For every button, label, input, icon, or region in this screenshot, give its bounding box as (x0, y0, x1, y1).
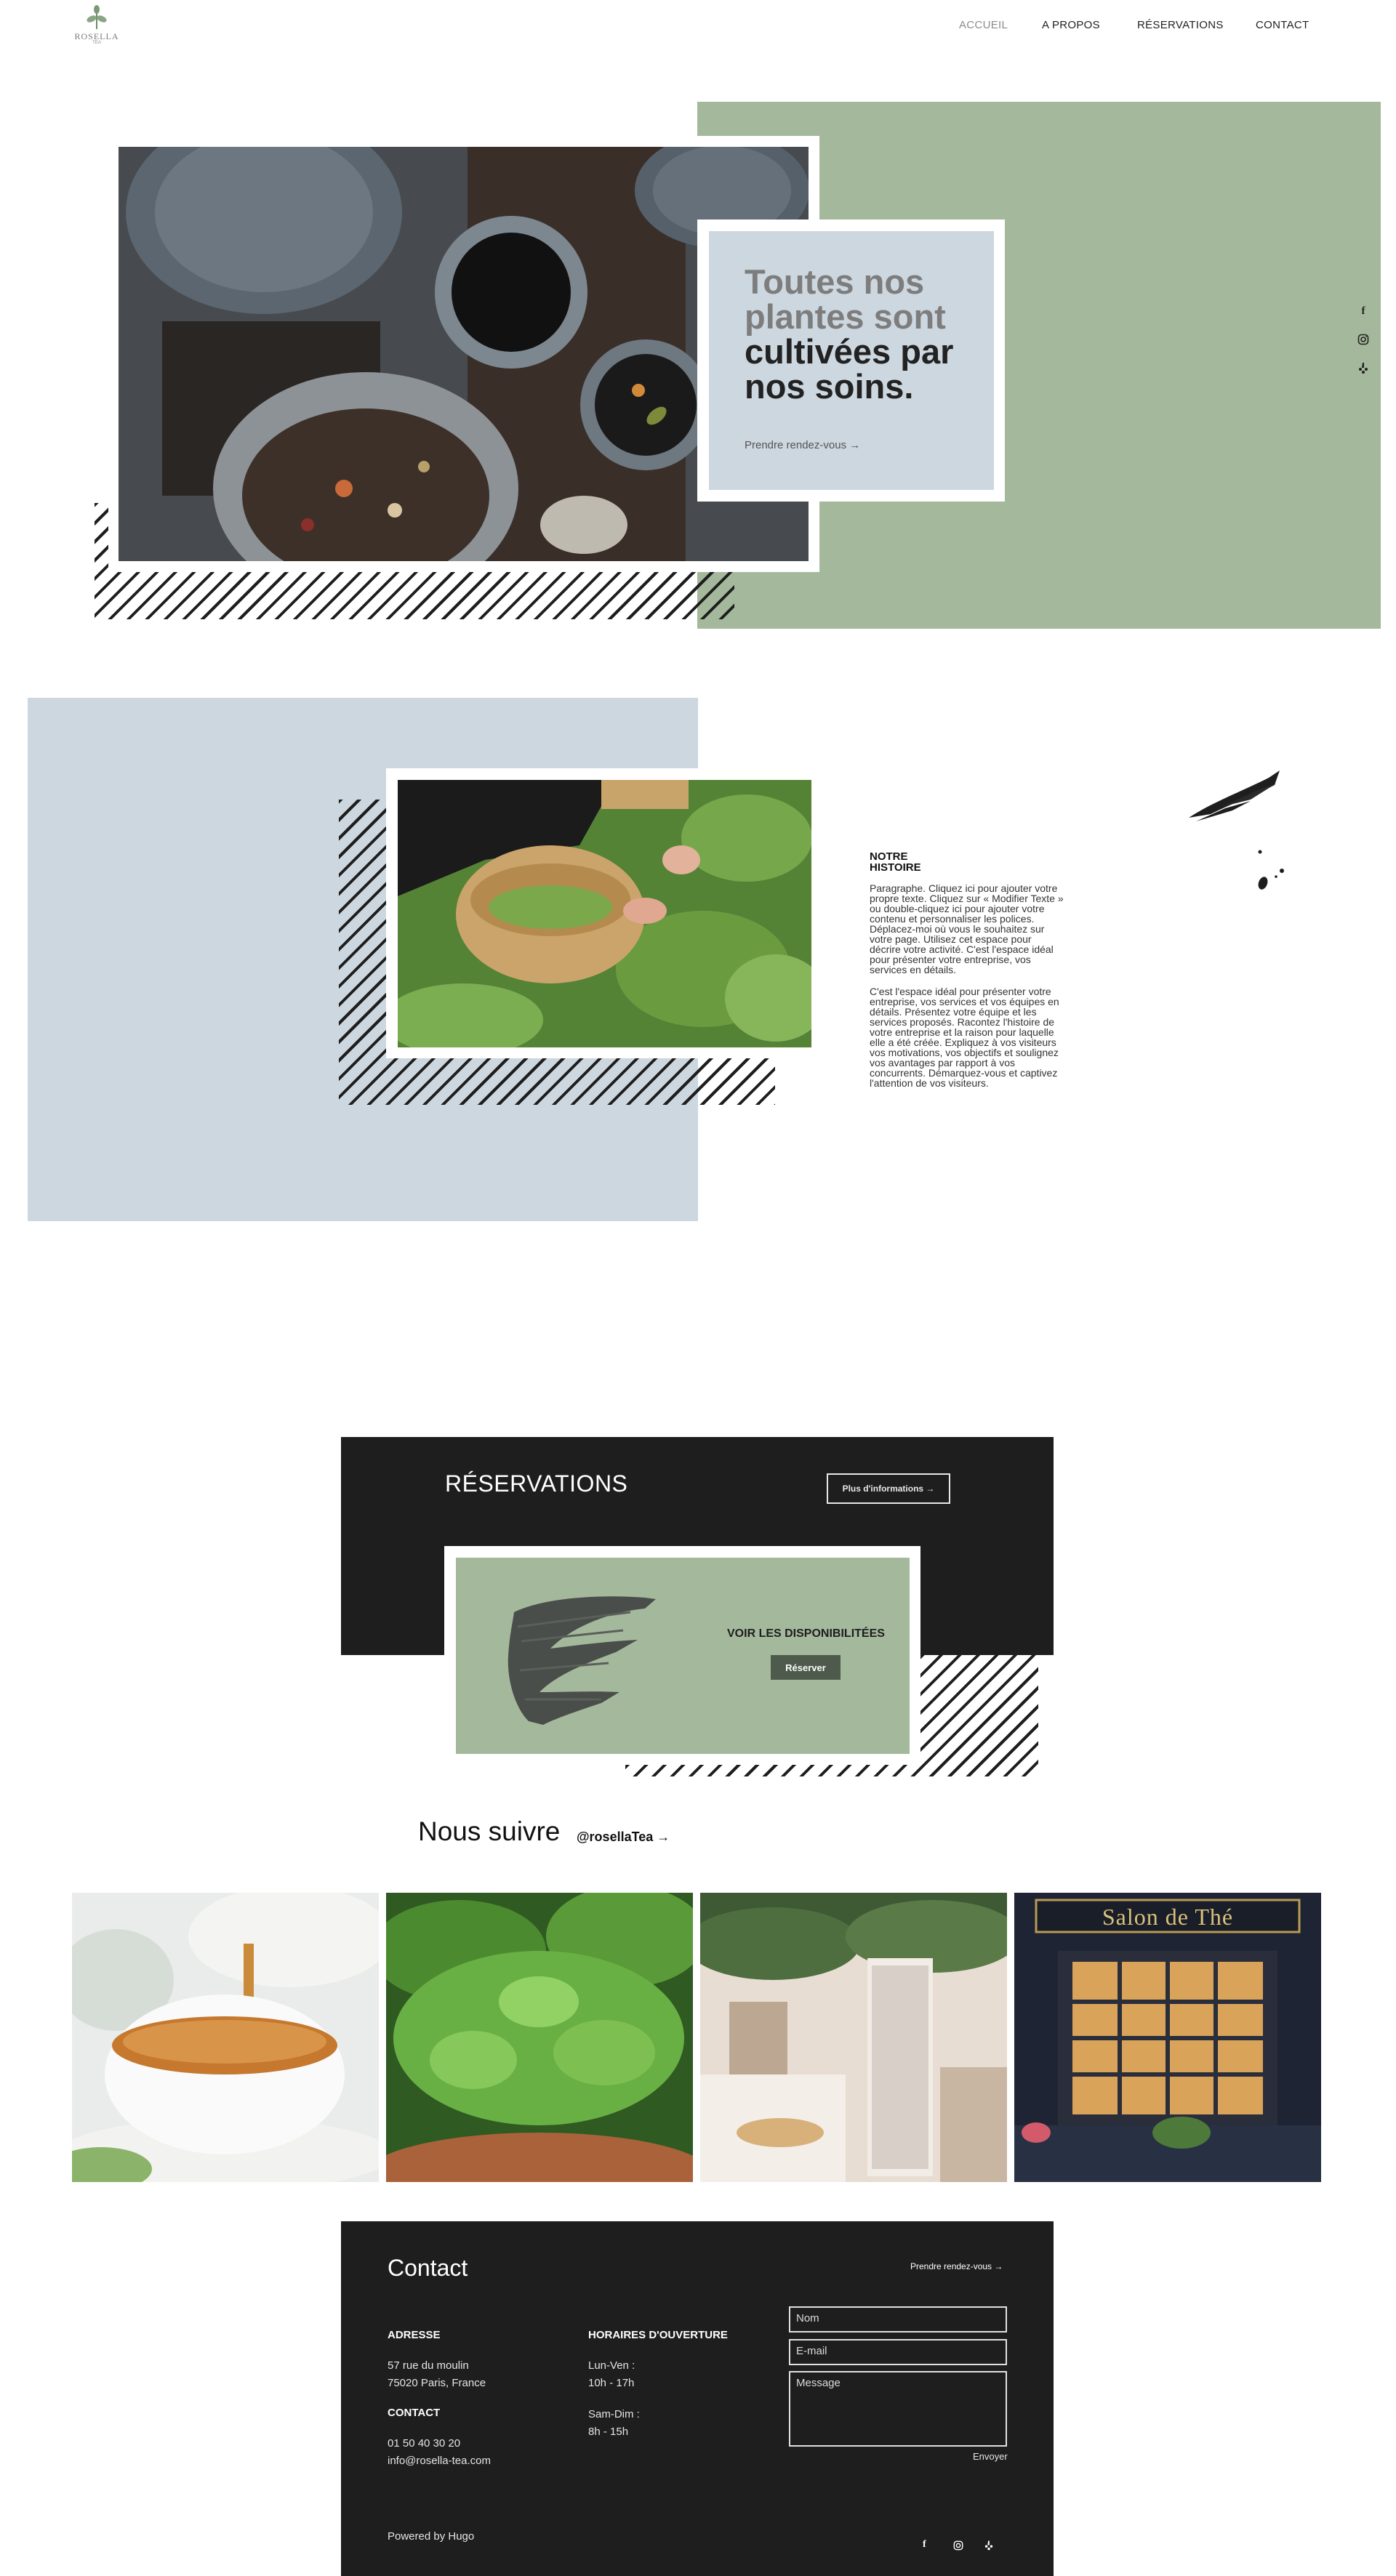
address-line-2: 75020 Paris, France (388, 2377, 486, 2389)
hero-title-line-3: cultivées par (745, 332, 954, 371)
address-heading: ADRESSE (388, 2329, 441, 2341)
powered-by: Powered by Hugo (388, 2530, 475, 2543)
story-paragraph-1: Paragraphe. Cliquez ici pour ajouter vot… (870, 883, 1102, 975)
nav-contact[interactable]: CONTACT (1256, 19, 1309, 31)
hours-heading: HORAIRES D'OUVERTURE (588, 2329, 728, 2341)
logo[interactable]: ROSELLA TEA (70, 3, 124, 49)
gallery-photo-tea-cup[interactable] (72, 1893, 379, 2182)
nav-reservations[interactable]: RÉSERVATIONS (1137, 19, 1224, 31)
story-line: décrire votre activité. C'est l'espace i… (870, 943, 1054, 955)
story-paragraph-2: C'est l'espace idéal pour présenter votr… (870, 986, 1102, 1088)
contact-info-heading: CONTACT (388, 2407, 441, 2419)
contact-appointment-link[interactable]: Prendre rendez-vous → (910, 2261, 1003, 2271)
footer-yelp-icon[interactable] (984, 2540, 993, 2554)
shop-sign-text: Salon de Thé (1102, 1904, 1234, 1930)
story-line: contenu et personnaliser les polices. (870, 913, 1035, 925)
hero-title-line-4: nos soins. (745, 367, 914, 406)
contact-footer: Contact Prendre rendez-vous → ADRESSE 57… (341, 2221, 1054, 2576)
instagram-handle-link[interactable]: @rosellaTea → (577, 1830, 670, 1845)
hours-weekend-label: Sam-Dim : (588, 2408, 640, 2420)
yelp-icon[interactable] (1357, 361, 1370, 374)
hero-title-line-1: Toutes nos (745, 262, 925, 301)
hours-weekday-value: 10h - 17h (588, 2377, 635, 2389)
instagram-icon[interactable] (1357, 333, 1370, 346)
story-line: services proposés. Racontez l'histoire d… (870, 1016, 1055, 1028)
story-line: votre entreprise et la raison pour laque… (870, 1026, 1054, 1038)
story-line: détails. Présentez votre équipe et les (870, 1006, 1037, 1018)
availability-heading: VOIR LES DISPONIBILITÉES (727, 1627, 885, 1640)
brush-stroke-decoration (1189, 770, 1284, 890)
hero-title-line-2: plantes sont (745, 297, 946, 336)
story-heading-line-1: NOTRE (870, 850, 908, 863)
email-input[interactable]: E-mail (789, 2339, 1007, 2365)
story-line: vos motivations, vos objectifs et soulig… (870, 1047, 1059, 1058)
story-line: votre page. Utilisez cet espace pour (870, 933, 1032, 945)
reservations-card: VOIR LES DISPONIBILITÉES Réserver (456, 1558, 910, 1754)
footer-facebook-icon[interactable]: f (923, 2539, 926, 2551)
story-line: elle a été créée. Expliquez à vos visite… (870, 1037, 1056, 1048)
story-line: Déplacez-moi où vous le souhaitez sur (870, 923, 1045, 935)
facebook-icon[interactable]: f (1357, 305, 1370, 318)
story-line: l'attention de vos visiteurs. (870, 1077, 989, 1089)
story-heading-line-2: HISTOIRE (870, 861, 921, 874)
reservations-title: RÉSERVATIONS (445, 1470, 628, 1497)
story-line: entreprise, vos services et vos équipes … (870, 996, 1059, 1007)
brush-paint-decoration (508, 1596, 656, 1725)
story-line: C'est l'espace idéal pour présenter votr… (870, 986, 1051, 997)
mint-plant-image (386, 1893, 693, 2182)
hero-title: Toutes nos plantes sont cultivées par no… (745, 265, 992, 404)
footer-instagram-icon[interactable] (953, 2540, 963, 2554)
plant-logo-icon (87, 5, 107, 29)
submit-button[interactable]: Envoyer (973, 2451, 1008, 2462)
story-line: propre texte. Cliquez sur « Modifier Tex… (870, 893, 1064, 904)
tea-shop-front-image (1014, 1893, 1321, 2182)
name-input[interactable]: Nom (789, 2306, 1007, 2333)
email-address[interactable]: info@rosella-tea.com (388, 2452, 491, 2470)
address-line-1: 57 rue du moulin (388, 2359, 469, 2372)
story-line: pour présenter votre entreprise, vos (870, 954, 1031, 965)
follow-title: Nous suivre (418, 1816, 561, 1846)
logo-subtext: TEA (92, 41, 101, 45)
story-line: services en détails. (870, 964, 957, 975)
phone-number[interactable]: 01 50 40 30 20 (388, 2435, 460, 2452)
hero-card: Toutes nos plantes sont cultivées par no… (709, 231, 994, 490)
gallery-photo-interior[interactable] (700, 1893, 1007, 2182)
story-line: ou double-cliquez ici pour ajouter votre (870, 903, 1045, 914)
book-button[interactable]: Réserver (771, 1655, 841, 1680)
story-line: vos avantages par rapport à vos (870, 1057, 1016, 1068)
gallery-photo-shopfront[interactable]: Salon de Thé (1014, 1893, 1321, 2182)
hero-appointment-link[interactable]: Prendre rendez-vous → (745, 439, 860, 451)
gallery-photo-mint[interactable] (386, 1893, 693, 2182)
story-text: NOTRE HISTOIRE Paragraphe. Cliquez ici p… (870, 851, 1102, 1088)
hours-weekday-label: Lun-Ven : (588, 2359, 635, 2372)
contact-title: Contact (388, 2255, 468, 2281)
nav-accueil[interactable]: ACCUEIL (959, 19, 1008, 31)
story-harvest-image (398, 780, 811, 1047)
hours-weekend-value: 8h - 15h (588, 2426, 629, 2438)
tea-room-interior-image (700, 1893, 1007, 2182)
story-line: concurrents. Démarquez-vous et captivez (870, 1067, 1058, 1079)
story-line: Paragraphe. Cliquez ici pour ajouter vot… (870, 882, 1058, 894)
more-info-button[interactable]: Plus d'informations → (827, 1473, 950, 1504)
nav-a-propos[interactable]: A PROPOS (1042, 19, 1100, 31)
tea-harvest-illustration (398, 780, 811, 1047)
tea-cup-image (72, 1893, 379, 2182)
message-textarea[interactable]: Message (789, 2371, 1007, 2447)
